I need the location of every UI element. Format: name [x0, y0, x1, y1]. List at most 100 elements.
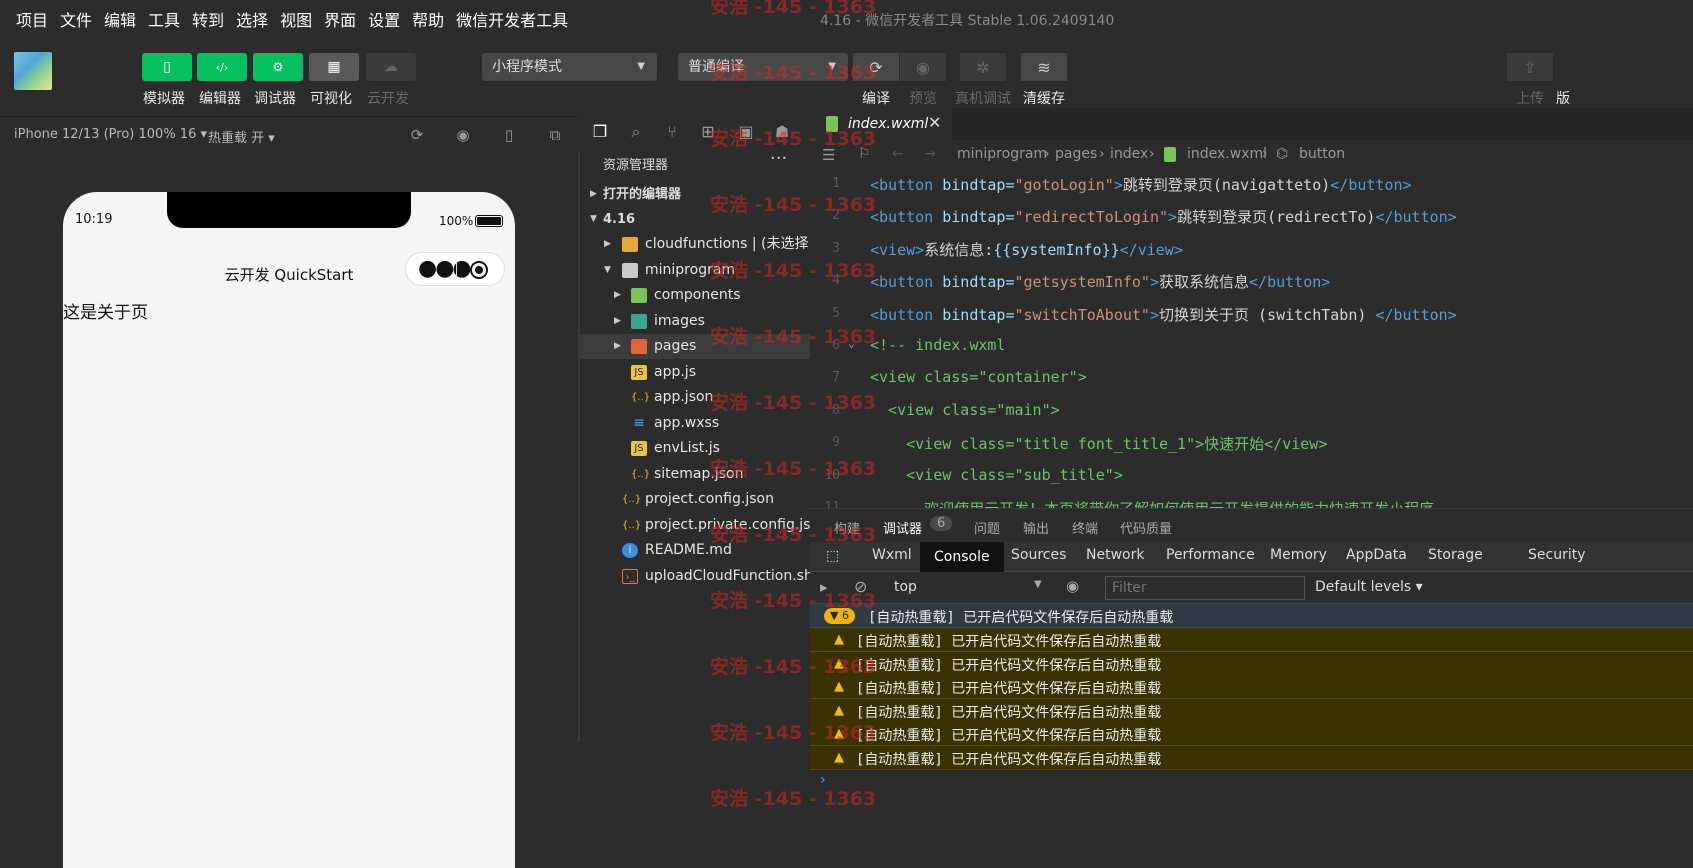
console-warning-row[interactable]: ▲ [自动热重载] 已开启代码文件保存后自动热重载 — [810, 722, 1693, 747]
forward-icon[interactable]: → — [924, 146, 936, 162]
tree-file[interactable]: JS app.js — [580, 360, 810, 385]
compile-mode-select[interactable]: 普通编译 ▼ — [678, 53, 848, 81]
project-root-section[interactable]: ▼ 4.16 — [580, 207, 810, 232]
compile-button[interactable]: ⟳ — [853, 53, 899, 81]
debug-icon[interactable]: ▣ — [736, 122, 756, 142]
tab-terminal[interactable]: 终端 — [1072, 518, 1098, 537]
phone-icon[interactable]: ▯ — [500, 126, 518, 144]
device-select[interactable]: iPhone 12/13 (Pro) 100% 16 ▾ — [14, 127, 207, 142]
breadcrumb-item[interactable]: index.wxml — [1187, 146, 1267, 162]
menu-item[interactable]: 编辑 — [104, 7, 136, 31]
menu-item[interactable]: 微信开发者工具 — [456, 7, 568, 31]
caret-down-icon[interactable]: ▼ — [1034, 579, 1042, 590]
menu-item[interactable]: 设置 — [368, 7, 400, 31]
tree-file[interactable]: {..} project.config.json — [580, 487, 810, 512]
preview-button[interactable]: ◉ — [900, 53, 946, 81]
tree-folder[interactable]: ▶ components — [580, 283, 810, 308]
menu-item[interactable]: 转到 — [192, 7, 224, 31]
upload-button[interactable]: ⇪ — [1507, 53, 1553, 81]
more-icon[interactable]: ··· — [770, 148, 787, 169]
sidebar-toggle-icon[interactable]: ▸ — [820, 578, 828, 596]
files-icon[interactable]: ❐ — [590, 122, 610, 142]
context-select[interactable]: top — [894, 579, 917, 595]
code-editor[interactable]: 1 <button bindtap="gotoLogin">跳转到登录页(navi… — [810, 168, 1693, 508]
mode-select[interactable]: 小程序模式 ▼ — [482, 53, 657, 81]
tab-build[interactable]: 构建 — [834, 518, 860, 537]
back-icon[interactable]: ← — [892, 146, 904, 162]
breadcrumb-item[interactable]: index — [1110, 146, 1148, 162]
remote-debug-button[interactable]: ✲ — [960, 53, 1006, 81]
more-dots-icon[interactable]: ●●● — [418, 256, 472, 282]
tree-file[interactable]: {..} sitemap.json — [580, 462, 810, 487]
open-editors-section[interactable]: ▶ 打开的编辑器 — [580, 182, 810, 207]
simulator-toggle-button[interactable]: ▯ — [142, 53, 192, 81]
tab-output[interactable]: 输出 — [1023, 518, 1049, 537]
tree-file[interactable]: {..} app.json — [580, 385, 810, 410]
tab-storage[interactable]: Storage — [1418, 547, 1493, 563]
menu-item[interactable]: 帮助 — [412, 7, 444, 31]
breadcrumb-item[interactable]: pages — [1055, 146, 1097, 162]
stop-icon[interactable]: ◉ — [454, 126, 472, 144]
cloud-dev-button[interactable]: ☁ — [366, 53, 416, 81]
docker-icon[interactable]: ☗ — [772, 122, 792, 142]
tab-memory[interactable]: Memory — [1260, 547, 1337, 563]
mini-program-capsule[interactable]: ●●● — [405, 252, 505, 286]
close-target-icon[interactable] — [470, 261, 488, 279]
close-icon[interactable]: ✕ — [928, 113, 941, 132]
hot-reload-toggle[interactable]: 热重载 开 ▾ — [208, 127, 275, 146]
breadcrumb-item[interactable]: button — [1299, 146, 1345, 162]
editor-toggle-button[interactable]: ‹/› — [197, 53, 247, 81]
tree-file[interactable]: i README.md — [580, 538, 810, 563]
tree-file[interactable]: JS envList.js — [580, 436, 810, 461]
menu-item[interactable]: 界面 — [324, 7, 356, 31]
visual-toggle-button[interactable]: ▦ — [309, 53, 359, 81]
tab-code-quality[interactable]: 代码质量 — [1120, 518, 1172, 537]
avatar[interactable] — [14, 52, 52, 90]
eye-icon[interactable]: ◉ — [1066, 577, 1079, 595]
tree-file[interactable]: {..} project.private.config.json — [580, 513, 810, 538]
menu-item[interactable]: 项目 — [16, 7, 48, 31]
tree-folder[interactable]: ▶ images — [580, 309, 810, 334]
tab-wxml[interactable]: Wxml — [862, 547, 922, 563]
clear-console-icon[interactable]: ⊘ — [854, 577, 867, 596]
console-message-group[interactable]: ▼ 6 [自动热重载] 已开启代码文件保存后自动热重载 — [810, 604, 1693, 628]
tab-network[interactable]: Network — [1076, 547, 1154, 563]
menu-item[interactable]: 选择 — [236, 7, 268, 31]
tab-index-wxml[interactable]: index.wxml ✕ — [810, 108, 952, 140]
tab-debugger[interactable]: 调试器 — [883, 518, 922, 537]
debugger-toggle-button[interactable]: ⚙ — [253, 53, 303, 81]
clear-cache-button[interactable]: ≋ — [1021, 53, 1067, 81]
console-warning-row[interactable]: ▲ [自动热重载] 已开启代码文件保存后自动热重载 — [810, 628, 1693, 652]
tree-file[interactable]: ›_ uploadCloudFunction.sh — [580, 564, 810, 589]
console-warning-row[interactable]: ▲ [自动热重载] 已开启代码文件保存后自动热重载 — [810, 746, 1693, 770]
console-prompt[interactable]: › — [820, 772, 826, 788]
tree-folder[interactable]: ▶ cloudfunctions | (未选择... — [580, 232, 810, 257]
console-warning-row[interactable]: ▲ [自动热重载] 已开启代码文件保存后自动热重载 — [810, 675, 1693, 700]
extensions-icon[interactable]: ⊞ — [698, 122, 718, 142]
bookmark-icon[interactable]: ⚐ — [858, 146, 871, 162]
console-filter-input[interactable] — [1105, 576, 1305, 600]
tab-appdata[interactable]: AppData — [1336, 547, 1417, 563]
log-levels-select[interactable]: Default levels ▾ — [1315, 579, 1423, 595]
tree-file[interactable]: ≡ app.wxss — [580, 411, 810, 436]
git-branch-icon[interactable]: ⑂ — [662, 122, 682, 142]
phone-screen[interactable]: 10:19 100% 云开发 QuickStart ●●● 这是关于页 — [63, 192, 515, 868]
detach-window-icon[interactable]: ⧉ — [546, 126, 564, 144]
breadcrumb-item[interactable]: miniprogram — [957, 146, 1047, 162]
tree-folder[interactable]: ▼ miniprogram — [580, 258, 810, 283]
console-warning-row[interactable]: ▲ [自动热重载] 已开启代码文件保存后自动热重载 — [810, 698, 1693, 723]
tab-performance[interactable]: Performance — [1156, 547, 1265, 563]
outline-icon[interactable]: ☰ — [822, 146, 835, 164]
fold-chevron-icon[interactable]: ⌄ — [848, 336, 855, 350]
tree-folder[interactable]: ▶ pages — [580, 334, 810, 359]
menu-item[interactable]: 文件 — [60, 7, 92, 31]
tab-security[interactable]: Security — [1518, 547, 1596, 563]
inspect-icon[interactable]: ⬚ — [816, 548, 849, 564]
tab-problems[interactable]: 问题 — [974, 518, 1000, 537]
tab-console[interactable]: Console — [920, 542, 1004, 572]
console-warning-row[interactable]: ▲ [自动热重载] 已开启代码文件保存后自动热重载 — [810, 651, 1693, 676]
search-icon[interactable]: ⌕ — [626, 122, 646, 142]
menu-item[interactable]: 工具 — [148, 7, 180, 31]
menu-item[interactable]: 视图 — [280, 7, 312, 31]
refresh-icon[interactable]: ⟳ — [408, 126, 426, 144]
